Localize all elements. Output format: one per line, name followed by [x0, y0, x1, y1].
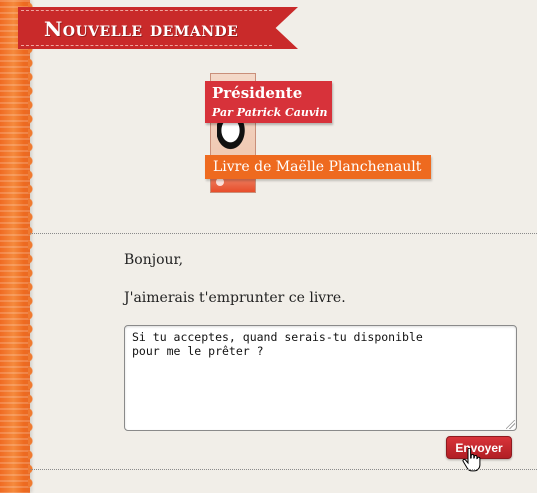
- divider-bottom: [30, 469, 537, 470]
- title-banner: Nouvelle demande: [18, 7, 298, 49]
- greeting-text: Bonjour,: [124, 252, 184, 268]
- book-owner-label: Livre de Maëlle Planchenault: [205, 155, 431, 179]
- page-title: Nouvelle demande: [44, 17, 239, 41]
- request-text: J'aimerais t'emprunter ce livre.: [124, 290, 346, 306]
- knitted-border: [0, 0, 36, 493]
- book-author: Par Patrick Cauvin: [212, 106, 328, 119]
- book-info-label: Présidente Par Patrick Cauvin: [205, 81, 332, 123]
- resize-handle[interactable]: [506, 420, 515, 429]
- divider-top: [30, 233, 537, 234]
- message-textarea[interactable]: Si tu acceptes, quand serais-tu disponib…: [124, 325, 517, 431]
- book-title: Présidente: [212, 84, 303, 102]
- publisher-logo: [216, 178, 224, 186]
